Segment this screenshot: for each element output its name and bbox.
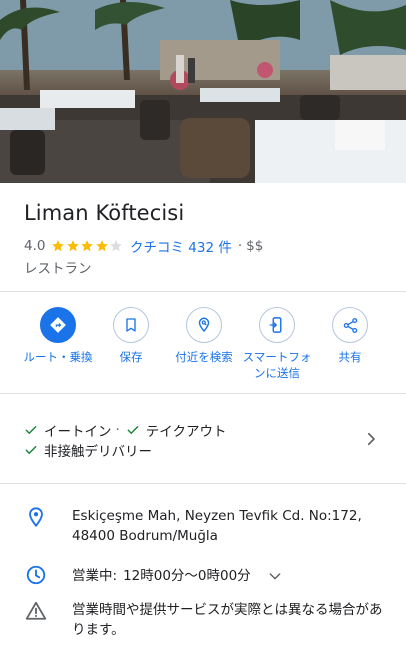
divider — [0, 393, 406, 394]
price-level: $$ — [246, 238, 264, 254]
divider — [0, 291, 406, 292]
save-button[interactable]: 保存 — [94, 307, 168, 365]
service-contactless-delivery: 非接触デリバリー — [44, 444, 152, 460]
send-to-phone-label: スマートフォンに送信 — [242, 350, 312, 380]
check-icon — [25, 426, 37, 434]
share-button[interactable]: 共有 — [313, 307, 387, 365]
service-dine-in: イートイン — [44, 424, 112, 440]
notice-text: 営業時間や提供サービスが実際とは異なる場合があります。 — [72, 602, 383, 638]
rating-score: 4.0 — [24, 238, 46, 254]
star-filled-icon — [81, 240, 94, 252]
star-filled-icon — [96, 240, 108, 252]
send-to-phone-icon — [269, 317, 282, 333]
chevron-down-icon[interactable] — [267, 568, 283, 584]
service-takeout: テイクアウト — [145, 424, 227, 440]
star-filled-icon — [52, 240, 65, 252]
address-row[interactable]: Eskiçeşme Mah, Neyzen Tevfik Cd. No:172,… — [24, 506, 386, 546]
hours-row[interactable]: 営業中: 12時00分〜0時00分 — [24, 564, 386, 588]
nearby-search-label: 付近を検索 — [175, 350, 233, 364]
directions-label: ルート・乗換 — [23, 350, 93, 364]
hours-value: 12時00分〜0時00分 — [123, 568, 251, 584]
save-label: 保存 — [119, 350, 143, 364]
action-bar: ルート・乗換 保存 付近を検索 スマートフォンに送信 共有 — [0, 307, 406, 387]
star-rating — [51, 239, 124, 253]
check-icon — [127, 426, 139, 434]
nearby-search-icon — [198, 317, 210, 333]
separator-dot: · — [237, 238, 243, 254]
restaurant-terrace-image — [0, 0, 406, 183]
place-category[interactable]: レストラン — [24, 257, 92, 277]
share-label: 共有 — [338, 350, 362, 364]
directions-button[interactable]: ルート・乗換 — [21, 307, 95, 365]
star-empty-icon — [110, 240, 123, 252]
bookmark-icon — [126, 318, 136, 332]
chevron-right-icon — [367, 432, 375, 446]
check-icon — [25, 446, 37, 454]
nearby-search-button[interactable]: 付近を検索 — [167, 307, 241, 365]
warning-icon — [25, 601, 47, 620]
send-to-phone-button[interactable]: スマートフォンに送信 — [240, 307, 314, 381]
separator-dot: · — [115, 422, 120, 438]
rating-row: 4.0 クチコミ 432 件 · $$ — [24, 236, 263, 256]
service-options[interactable]: イートイン · テイクアウト 非接触デリバリー — [24, 420, 386, 464]
directions-icon — [50, 317, 66, 333]
service-line: イートイン · テイクアウト — [24, 420, 386, 440]
notice-row[interactable]: 営業時間や提供サービスが実際とは異なる場合があります。 — [24, 600, 386, 640]
star-filled-icon — [67, 240, 79, 252]
place-name: Liman Köftecisi — [24, 201, 185, 225]
clock-icon — [26, 565, 46, 585]
place-photo[interactable] — [0, 0, 406, 183]
reviews-link[interactable]: クチコミ 432 件 — [130, 236, 232, 256]
location-pin-icon — [29, 507, 43, 528]
share-icon — [343, 317, 357, 333]
address-text: Eskiçeşme Mah, Neyzen Tevfik Cd. No:172,… — [72, 508, 362, 544]
service-line: 非接触デリバリー — [24, 440, 386, 460]
hours-text: 営業中: 12時00分〜0時00分 — [72, 564, 283, 588]
open-status: 営業中: — [72, 568, 118, 584]
divider — [0, 483, 406, 484]
